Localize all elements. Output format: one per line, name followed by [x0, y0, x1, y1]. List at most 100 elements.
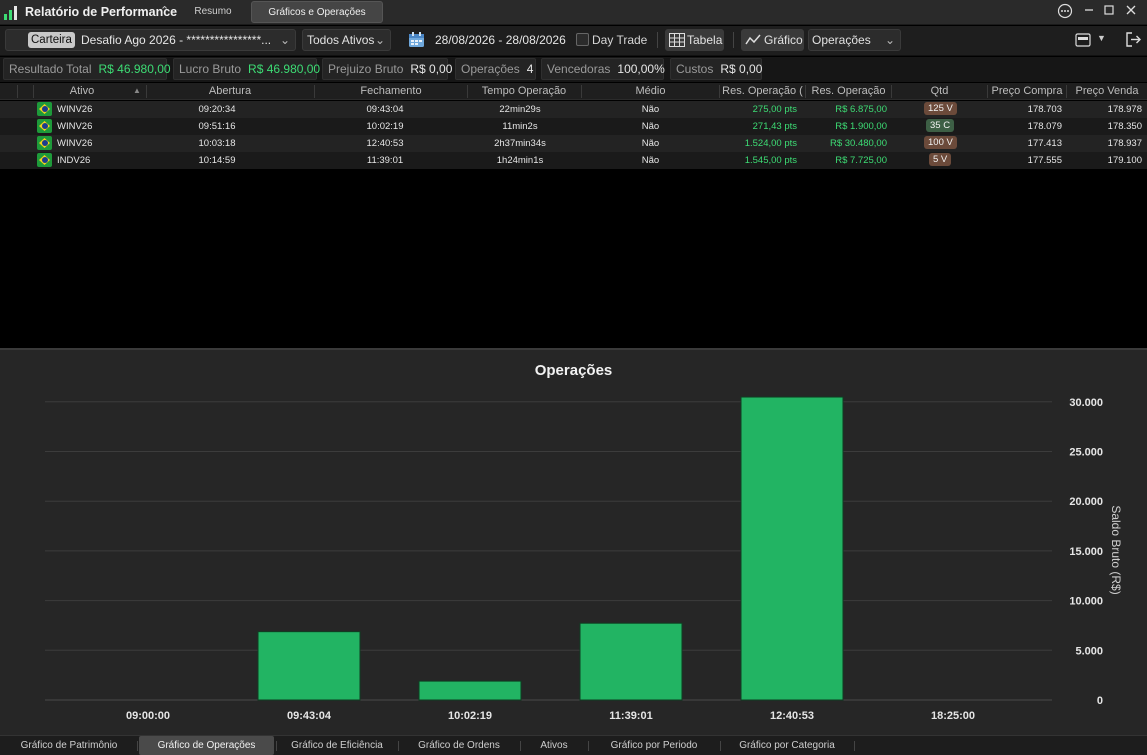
- calendar-icon[interactable]: [408, 31, 425, 48]
- brazil-flag-icon: [37, 119, 52, 133]
- qtd-badge: 100 V: [924, 136, 957, 149]
- column-header-tempo-operacao[interactable]: Tempo Operação: [468, 85, 580, 97]
- table-icon: [669, 33, 685, 47]
- bar: [579, 622, 683, 701]
- cell-ativo: WINV26: [57, 104, 93, 115]
- maximize-icon[interactable]: [1100, 3, 1118, 21]
- chevron-down-icon: ⌄: [374, 33, 385, 47]
- x-tick-label: 09:00:00: [126, 710, 170, 722]
- table-row[interactable]: WINV26 09:20:34 09:43:04 22min29s Não 27…: [0, 101, 1147, 118]
- tab-graficos-operacoes[interactable]: Gráficos e Operações: [251, 1, 383, 23]
- tabela-button[interactable]: Tabela: [665, 29, 724, 51]
- tab-grafico-categoria[interactable]: Gráfico por Categoria: [722, 736, 852, 755]
- cell-abertura: 10:14:59: [198, 155, 236, 166]
- cell-preco-compra: 177.555: [1027, 155, 1062, 166]
- table-row[interactable]: WINV26 09:51:16 10:02:19 11min2s Não 271…: [0, 118, 1147, 135]
- bottom-tab-bar: Gráfico de Patrimônio Gráfico de Operaçõ…: [0, 735, 1147, 755]
- day-trade-label: Day Trade: [592, 33, 648, 47]
- qtd-badge: 5 V: [929, 153, 952, 166]
- chart-type-value: Operações: [812, 33, 871, 47]
- more-options-icon[interactable]: [1056, 3, 1074, 21]
- y-tick-label: 0: [1097, 695, 1103, 707]
- chevron-up-icon[interactable]: ⌃: [160, 4, 169, 17]
- table-row[interactable]: WINV26 10:03:18 12:40:53 2h37min34s Não …: [0, 135, 1147, 152]
- date-range[interactable]: 28/08/2026 - 28/08/2026: [435, 33, 566, 47]
- summary-bar: Resultado Total R$ 46.980,00 Lucro Bruto R…: [0, 57, 1147, 82]
- cell-ativo: WINV26: [57, 138, 93, 149]
- close-icon[interactable]: [1122, 3, 1140, 21]
- cell-abertura: 10:03:18: [198, 138, 236, 149]
- bar: [418, 680, 522, 701]
- assets-filter-select[interactable]: Todos Ativos ⌄: [302, 29, 391, 51]
- column-header-res-operacao[interactable]: Res. Operação: [806, 85, 891, 97]
- sort-asc-icon[interactable]: ▲: [133, 86, 141, 95]
- tab-resumo[interactable]: Resumo: [183, 1, 243, 23]
- column-header-qtd[interactable]: Qtd: [892, 85, 987, 97]
- operations-bar-chart: 0 5.000 10.000 15.000 20.000 25.000 30.000 Sald…: [45, 396, 1123, 722]
- logout-icon[interactable]: [1125, 31, 1142, 48]
- x-tick-label: 09:43:04: [287, 710, 332, 722]
- cell-preco-venda: 178.350: [1107, 121, 1142, 132]
- cell-preco-venda: 179.100: [1107, 155, 1142, 166]
- minimize-icon[interactable]: [1080, 3, 1098, 21]
- tab-separator: [720, 741, 721, 751]
- summary-vencedoras: Vencedoras 100,00%: [541, 58, 665, 80]
- cell-preco-venda: 178.937: [1107, 138, 1142, 149]
- cell-tempo: 1h24min1s: [496, 155, 544, 166]
- cell-medio: Não: [641, 138, 660, 149]
- brazil-flag-icon: [37, 153, 52, 167]
- cell-abertura: 09:20:34: [198, 104, 236, 115]
- y-tick-label: 20.000: [1069, 496, 1103, 508]
- cell-res-rs: R$ 6.875,00: [835, 104, 887, 115]
- cell-fechamento: 10:02:19: [366, 121, 404, 132]
- caret-down-icon[interactable]: ▼: [1097, 33, 1106, 43]
- cell-tempo: 22min29s: [499, 104, 541, 115]
- y-tick-label: 25.000: [1069, 447, 1103, 459]
- column-header-ativo[interactable]: Ativo: [34, 85, 130, 97]
- toolbar: Carteira Desafio Ago 2026 - ************…: [0, 26, 1147, 56]
- tab-grafico-eficiencia[interactable]: Gráfico de Eficiência: [278, 736, 396, 755]
- summary-lucro-bruto: Lucro Bruto R$ 46.980,00: [173, 58, 320, 80]
- column-header-preco-venda[interactable]: Preço Venda: [1067, 85, 1147, 97]
- summary-custos: Custos R$ 0,00: [670, 58, 762, 80]
- account-name: Desafio Ago 2026 - ****************...: [81, 33, 272, 47]
- column-header-res-operacao-pts[interactable]: Res. Operação (: [720, 85, 805, 97]
- summary-prejuizo-bruto: Prejuizo Bruto R$ 0,00: [322, 58, 452, 80]
- day-trade-checkbox[interactable]: [576, 33, 589, 46]
- tab-grafico-periodo[interactable]: Gráfico por Periodo: [590, 736, 718, 755]
- bar: [257, 631, 361, 701]
- brazil-flag-icon: [37, 136, 52, 150]
- tab-separator: [398, 741, 399, 751]
- cell-res-pts: 275,00 pts: [752, 104, 797, 115]
- tab-ativos[interactable]: Ativos: [522, 736, 586, 755]
- cell-res-rs: R$ 7.725,00: [835, 155, 887, 166]
- table-row[interactable]: INDV26 10:14:59 11:39:01 1h24min1s Não 1…: [0, 152, 1147, 169]
- cell-medio: Não: [641, 104, 660, 115]
- tab-grafico-ordens[interactable]: Gráfico de Ordens: [400, 736, 518, 755]
- column-header-medio[interactable]: Médio: [582, 85, 719, 97]
- cell-ativo: WINV26: [57, 121, 93, 132]
- cell-res-rs: R$ 1.900,00: [835, 121, 887, 132]
- operations-table-header: Ativo ▲ Abertura Fechamento Tempo Operaç…: [0, 83, 1147, 100]
- cell-tempo: 11min2s: [502, 121, 538, 132]
- column-header-abertura[interactable]: Abertura: [147, 85, 313, 97]
- grafico-button[interactable]: Gráfico: [741, 29, 804, 51]
- summary-operacoes: Operações 4: [455, 58, 536, 80]
- column-header-fechamento[interactable]: Fechamento: [315, 85, 467, 97]
- account-select[interactable]: Carteira Desafio Ago 2026 - ************…: [5, 29, 296, 51]
- x-tick-label: 10:02:19: [448, 710, 492, 722]
- tab-grafico-operacoes[interactable]: Gráfico de Operações: [139, 736, 274, 755]
- y-tick-label: 30.000: [1069, 397, 1103, 409]
- cell-res-pts: 1.545,00 pts: [744, 155, 797, 166]
- toolbar-divider: [733, 32, 734, 48]
- app-title: Relatório de Performance: [25, 5, 178, 19]
- chart-type-select[interactable]: Operações ⌄: [808, 29, 901, 51]
- cell-res-pts: 1.524,00 pts: [744, 138, 797, 149]
- column-header-preco-compra[interactable]: Preço Compra: [988, 85, 1066, 97]
- chevron-down-icon: ⌄: [279, 33, 290, 47]
- grafico-label: Gráfico: [764, 33, 803, 47]
- export-icon[interactable]: [1075, 33, 1091, 47]
- tab-grafico-patrimonio[interactable]: Gráfico de Patrimônio: [8, 736, 130, 755]
- summary-resultado-total: Resultado Total R$ 46.980,00: [3, 58, 171, 80]
- x-tick-label: 18:25:00: [931, 710, 975, 722]
